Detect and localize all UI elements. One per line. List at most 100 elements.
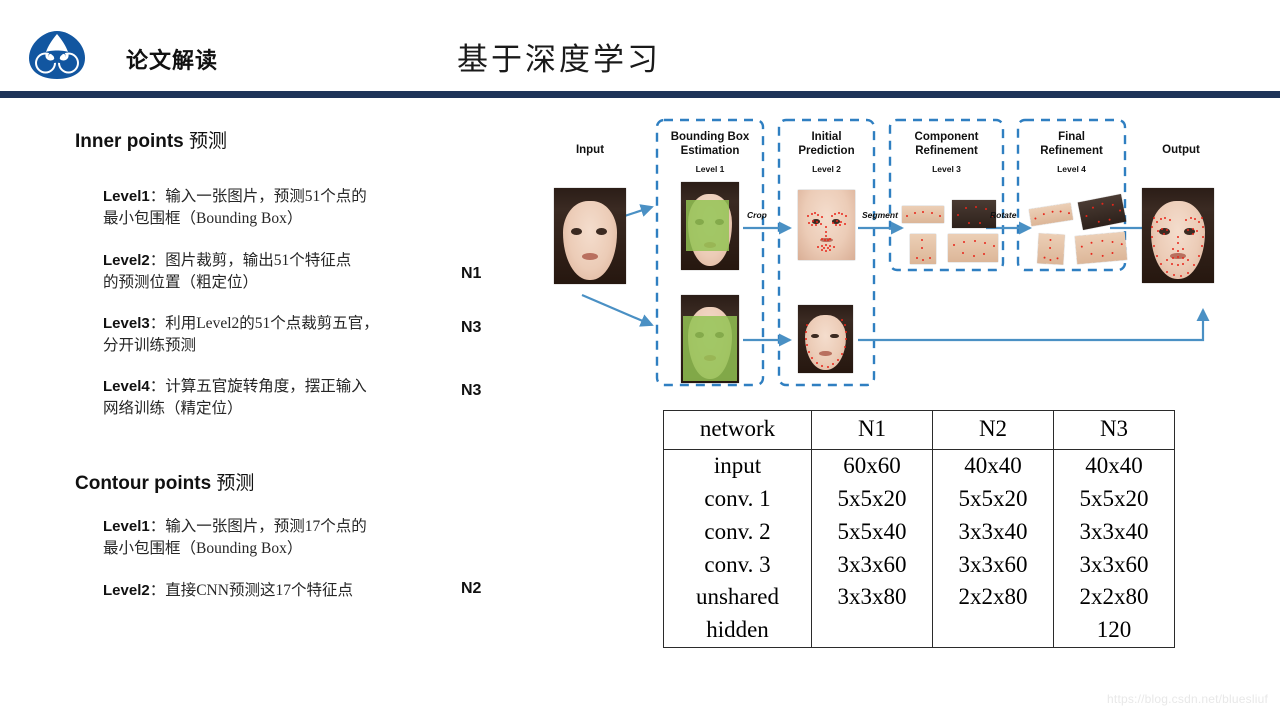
- table-row: hidden 120: [663, 614, 1175, 649]
- table-cell: 5x5x20: [811, 482, 933, 516]
- table-cell: 2x2x80: [932, 581, 1054, 615]
- final-nose: [1037, 233, 1065, 265]
- level-text-line1: 利用Level2的51个点裁剪五官，: [165, 315, 379, 332]
- table-cell: 3x3x60: [811, 548, 933, 582]
- level-colon: ：: [149, 518, 166, 535]
- table-cell: 3x3x40: [932, 515, 1054, 549]
- level-label: Level3: [103, 315, 150, 332]
- level-colon: ：: [149, 188, 166, 205]
- page-title: 基于深度学习: [457, 42, 661, 77]
- network-badge-inner-3: N3: [461, 319, 482, 336]
- stage-title-line1: Final: [1058, 131, 1085, 143]
- level-item-text: Level2：直接CNN预测这17个特征点: [103, 580, 453, 602]
- table-row: conv. 3 3x3x60 3x3x60 3x3x60: [663, 548, 1175, 582]
- table-cell: 5x5x20: [932, 482, 1054, 516]
- network-badge-inner-2: N1: [461, 265, 482, 282]
- network-architecture-table: network N1 N2 N3 input 60x60 40x40 40x40…: [663, 410, 1175, 649]
- stage-title-line1: Bounding Box: [670, 131, 750, 143]
- level-item-text: Level2：图片裁剪，输出51个特征点 的预测位置（粗定位）: [103, 250, 453, 294]
- level-item-text: Level3：利用Level2的51个点裁剪五官， 分开训练预测: [103, 313, 453, 357]
- brand-title: 论文解读: [126, 48, 219, 73]
- table-cell: [811, 614, 933, 649]
- level-item-text: Level1：输入一张图片，预测51个点的 最小包围框（Bounding Box…: [103, 186, 453, 230]
- bounding-box-overlay-inner: [686, 200, 730, 251]
- level-text-line2: 的预测位置（粗定位）: [103, 274, 259, 291]
- stage-level-4: Level 4: [1057, 164, 1086, 174]
- landmark-dots-51: [798, 190, 855, 260]
- table-row: unshared 3x3x80 2x2x80 2x2x80: [663, 581, 1175, 615]
- table-cell: 3x3x60: [1053, 548, 1175, 582]
- level-text-line1: 计算五官旋转角度，摆正输入: [165, 378, 367, 395]
- level-item-inner-1: Level1：输入一张图片，预测51个点的 最小包围框（Bounding Box…: [103, 186, 453, 230]
- table-header-row: network N1 N2 N3: [663, 410, 1175, 450]
- left-content-column: Inner points 预测 Level1：输入一张图片，预测51个点的 最小…: [0, 98, 520, 720]
- bounding-box-overlay-contour: [682, 316, 738, 382]
- level-item-text: Level1：输入一张图片，预测17个点的 最小包围框（Bounding Box…: [103, 516, 453, 560]
- header-divider: [0, 91, 1280, 98]
- component-eyebrow-left: [902, 206, 944, 223]
- table-cell: hidden: [663, 614, 812, 649]
- pipeline-diagram: Input Bounding Box Estimation Level 1 Cr…: [540, 110, 1280, 400]
- diagram-output-label: Output: [1162, 144, 1200, 156]
- component-mouth: [948, 234, 998, 262]
- stage-level-1: Level 1: [695, 164, 725, 174]
- contour-prediction-face: [798, 305, 853, 373]
- arrow-label-rotate: Rotate: [990, 210, 1017, 220]
- landmark-dots-full: [1142, 188, 1214, 283]
- level-item-inner-2: Level2：图片裁剪，输出51个特征点 的预测位置（粗定位）: [103, 250, 453, 294]
- table-cell: 3x3x40: [1053, 515, 1175, 549]
- arrow-contour-to-output: [858, 308, 1210, 342]
- table-row: input 60x60 40x40 40x40: [663, 448, 1175, 483]
- landmark-dots: [1037, 233, 1065, 264]
- level-item-inner-3: Level3：利用Level2的51个点裁剪五官， 分开训练预测: [103, 313, 453, 357]
- table-cell: 40x40: [1053, 448, 1175, 483]
- stage-level-3: Level 3: [932, 164, 961, 174]
- level-text-line1: 输入一张图片，预测17个点的: [165, 518, 367, 535]
- table-cell: 5x5x40: [811, 515, 933, 549]
- stage-level-2: Level 2: [812, 164, 841, 174]
- level-colon: ：: [149, 378, 166, 395]
- arrow-label-crop: Crop: [747, 210, 767, 220]
- level-label: Level4: [103, 378, 150, 395]
- stage-title-line2: Prediction: [798, 145, 855, 158]
- cloud-spiral-logo-icon: [26, 30, 88, 80]
- table-header-cell: N3: [1053, 410, 1175, 450]
- level-colon: ：: [149, 252, 166, 269]
- table-cell: conv. 3: [663, 548, 812, 582]
- table-header-cell: N1: [811, 410, 933, 450]
- arrow-input-to-level1-bottom: [581, 293, 654, 327]
- landmark-dots: [1075, 232, 1127, 264]
- stage-title-line1: Initial: [811, 131, 842, 143]
- component-nose: [910, 234, 936, 264]
- table-cell: 60x60: [811, 448, 933, 483]
- final-mouth: [1074, 231, 1128, 265]
- level-text-line1: 输入一张图片，预测51个点的: [165, 188, 367, 205]
- face-mouth: [582, 253, 598, 260]
- stage-title-line2: Refinement: [915, 145, 978, 158]
- bbox-face-bottom: [681, 295, 739, 383]
- level-text-line2: 网络训练（精定位）: [103, 400, 243, 417]
- table-header-cell: N2: [932, 410, 1054, 450]
- landmark-dots: [902, 206, 944, 223]
- initial-prediction-face: [798, 190, 855, 260]
- level-colon: ：: [149, 315, 166, 332]
- table-cell: conv. 1: [663, 482, 812, 516]
- table-cell: 3x3x60: [932, 548, 1054, 582]
- table-header-cell: network: [663, 410, 812, 450]
- table-cell: conv. 2: [663, 515, 812, 549]
- level-label: Level2: [103, 582, 150, 599]
- level-item-text: Level4：计算五官旋转角度，摆正输入 网络训练（精定位）: [103, 376, 453, 420]
- landmark-dots: [910, 234, 936, 264]
- table-cell: 5x5x20: [1053, 482, 1175, 516]
- level-text-line2: 分开训练预测: [103, 337, 197, 354]
- landmark-dots: [948, 234, 998, 262]
- section-heading-cn: 预测: [216, 473, 255, 494]
- level-label: Level1: [103, 518, 150, 535]
- level-label: Level2: [103, 252, 150, 269]
- watermark-url: https://blog.csdn.net/bluesliuf: [1107, 692, 1268, 706]
- table-cell: unshared: [663, 581, 812, 615]
- section-heading-inner-points: Inner points 预测: [75, 126, 227, 153]
- level-item-contour-1: Level1：输入一张图片，预测17个点的 最小包围框（Bounding Box…: [103, 516, 453, 560]
- table-cell: 120: [1053, 614, 1175, 649]
- level-text-line2: 最小包围框（Bounding Box）: [103, 540, 303, 557]
